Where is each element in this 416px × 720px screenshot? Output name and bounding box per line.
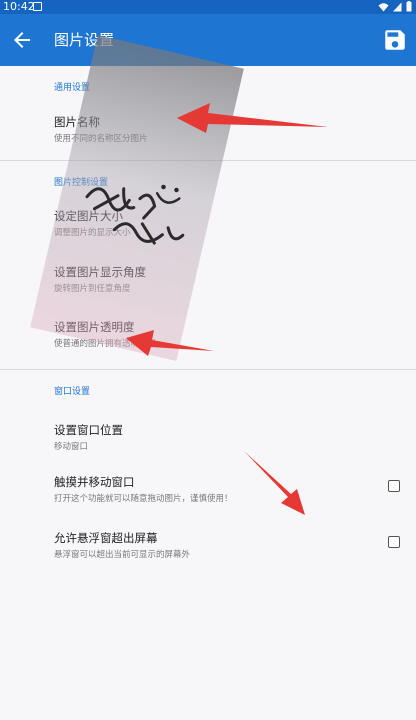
settings-list: 通用设置 图片名称 使用不同的名称区分图片 图片控制设置 设定图片大小 调整图片… [0, 66, 416, 570]
floppy-disk-icon[interactable] [382, 27, 408, 53]
pref-image-opacity[interactable]: 设置图片透明度 使普通的图片拥有透明效果 [0, 303, 416, 369]
allow-offscreen-checkbox[interactable] [388, 536, 400, 548]
battery-icon [406, 1, 412, 12]
section-header-window: 窗口设置 [54, 387, 91, 397]
pref-image-size[interactable]: 设定图片大小 调整图片的显示大小 [0, 191, 416, 247]
signal-icon [393, 2, 402, 11]
arrow-left-icon[interactable] [10, 28, 34, 52]
pref-title: 图片名称 [54, 115, 100, 129]
system-icons [378, 1, 412, 12]
app-bar: 图片设置 [0, 14, 416, 66]
pref-image-angle[interactable]: 设置图片显示角度 旋转图片到任意角度 [0, 247, 416, 303]
pref-subtitle: 移动窗口 [54, 442, 89, 452]
page-title: 图片设置 [54, 31, 115, 49]
section-header-image-control: 图片控制设置 [54, 178, 109, 188]
pref-subtitle: 悬浮窗可以超出当前可显示的屏幕外 [54, 550, 191, 560]
pref-subtitle: 使普通的图片拥有透明效果 [54, 339, 157, 349]
pref-window-position[interactable]: 设置窗口位置 移动窗口 [0, 404, 416, 458]
pref-title: 触摸并移动窗口 [54, 475, 135, 489]
pref-title: 设定图片大小 [54, 209, 123, 223]
pref-title: 设置图片显示角度 [54, 265, 146, 279]
wifi-icon [378, 2, 389, 11]
status-bar: 10:42 [0, 0, 416, 14]
notification-icon [33, 2, 42, 11]
status-time: 10:42 [3, 0, 35, 13]
pref-title: 允许悬浮窗超出屏幕 [54, 531, 158, 545]
section-header-general: 通用设置 [54, 83, 91, 93]
pref-subtitle: 使用不同的名称区分图片 [54, 134, 148, 144]
pref-title: 设置窗口位置 [54, 423, 123, 437]
touch-move-checkbox[interactable] [388, 480, 400, 492]
pref-image-name[interactable]: 图片名称 使用不同的名称区分图片 [0, 98, 416, 160]
pref-subtitle: 旋转图片到任意角度 [54, 284, 131, 294]
pref-touch-move-window[interactable]: 触摸并移动窗口 打开这个功能就可以随意拖动图片，谨慎使用！ [0, 458, 416, 514]
pref-allow-offscreen[interactable]: 允许悬浮窗超出屏幕 悬浮窗可以超出当前可显示的屏幕外 [0, 514, 416, 570]
pref-subtitle: 打开这个功能就可以随意拖动图片，谨慎使用！ [54, 494, 233, 504]
pref-title: 设置图片透明度 [54, 320, 135, 334]
pref-subtitle: 调整图片的显示大小 [54, 228, 131, 238]
